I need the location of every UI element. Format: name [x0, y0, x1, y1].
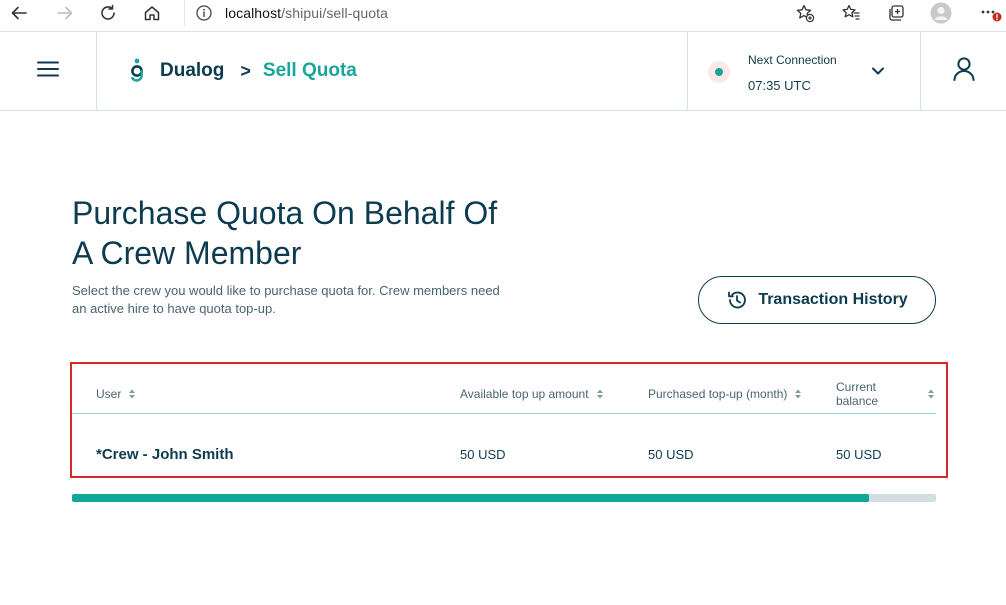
info-icon[interactable] [195, 4, 213, 22]
transaction-history-label: Transaction History [758, 291, 908, 308]
favorites-icon[interactable] [840, 2, 862, 24]
sort-icon[interactable] [926, 388, 936, 400]
breadcrumb-current: Sell Quota [262, 60, 357, 81]
user-icon[interactable] [953, 56, 975, 86]
table-header: User Available top up amount Purchased t… [72, 380, 936, 414]
dualog-logo-icon[interactable] [128, 57, 148, 85]
breadcrumb: Dualog > Sell Quota [128, 32, 357, 110]
address-bar[interactable]: localhost/shipui/sell-quota [184, 0, 388, 26]
next-connection-label: Next Connection [748, 53, 837, 67]
brand-name[interactable]: Dualog [160, 60, 224, 82]
more-icon[interactable] [978, 2, 1004, 24]
column-header-user[interactable]: User [96, 384, 137, 404]
cell-current-balance: 50 USD [836, 446, 882, 462]
app-header: Dualog > Sell Quota Next Connection 07:3… [0, 31, 1006, 111]
cell-purchased-topup: 50 USD [648, 446, 694, 462]
breadcrumb-separator: > [240, 60, 251, 81]
column-header-label: Current balance [836, 380, 879, 408]
url-path: /shipui/sell-quota [281, 5, 389, 21]
progress-track[interactable] [72, 494, 936, 502]
next-connection-time: 07:35 UTC [748, 78, 811, 93]
progress-fill [72, 494, 869, 502]
cell-available-amount: 50 USD [460, 446, 506, 462]
transaction-history-button[interactable]: Transaction History [698, 276, 936, 324]
home-icon[interactable] [141, 2, 163, 24]
column-header-available[interactable]: Available top up amount [460, 384, 605, 404]
back-arrow-icon[interactable] [8, 2, 30, 24]
forward-arrow-icon[interactable] [54, 2, 76, 24]
column-header-label: Available top up amount [460, 387, 589, 401]
column-header-purchased[interactable]: Purchased top-up (month) [648, 384, 803, 404]
hamburger-menu-icon[interactable] [37, 61, 59, 82]
favorite-add-icon[interactable] [794, 2, 816, 24]
column-header-label: User [96, 387, 122, 401]
user-menu-button[interactable] [921, 32, 1006, 110]
sort-icon[interactable] [127, 388, 137, 400]
history-clock-icon [726, 289, 748, 311]
url-text[interactable]: localhost/shipui/sell-quota [225, 5, 388, 21]
table-row[interactable]: *Crew - John Smith 50 USD 50 USD 50 USD [72, 440, 936, 468]
column-header-label: Purchased top-up (month) [648, 387, 788, 401]
menu-button[interactable] [0, 32, 97, 110]
cell-user[interactable]: *Crew - John Smith [96, 440, 234, 468]
profile-avatar-icon[interactable] [930, 2, 952, 24]
reload-icon[interactable] [97, 2, 119, 24]
page-description: Select the crew you would like to purcha… [72, 283, 500, 316]
sort-icon[interactable] [793, 388, 803, 400]
connection-status-dot [715, 68, 723, 76]
collections-icon[interactable] [885, 2, 907, 24]
browser-toolbar: localhost/shipui/sell-quota [0, 0, 1006, 26]
connection-status-indicator [708, 61, 730, 83]
next-connection-panel[interactable]: Next Connection 07:35 UTC [687, 32, 921, 110]
page-title: Purchase Quota On Behalf Of A Crew Membe… [72, 195, 498, 271]
sort-icon[interactable] [595, 388, 605, 400]
chevron-down-icon[interactable] [870, 63, 886, 79]
url-host: localhost [225, 5, 282, 21]
column-header-balance[interactable]: Current balance [836, 380, 936, 408]
